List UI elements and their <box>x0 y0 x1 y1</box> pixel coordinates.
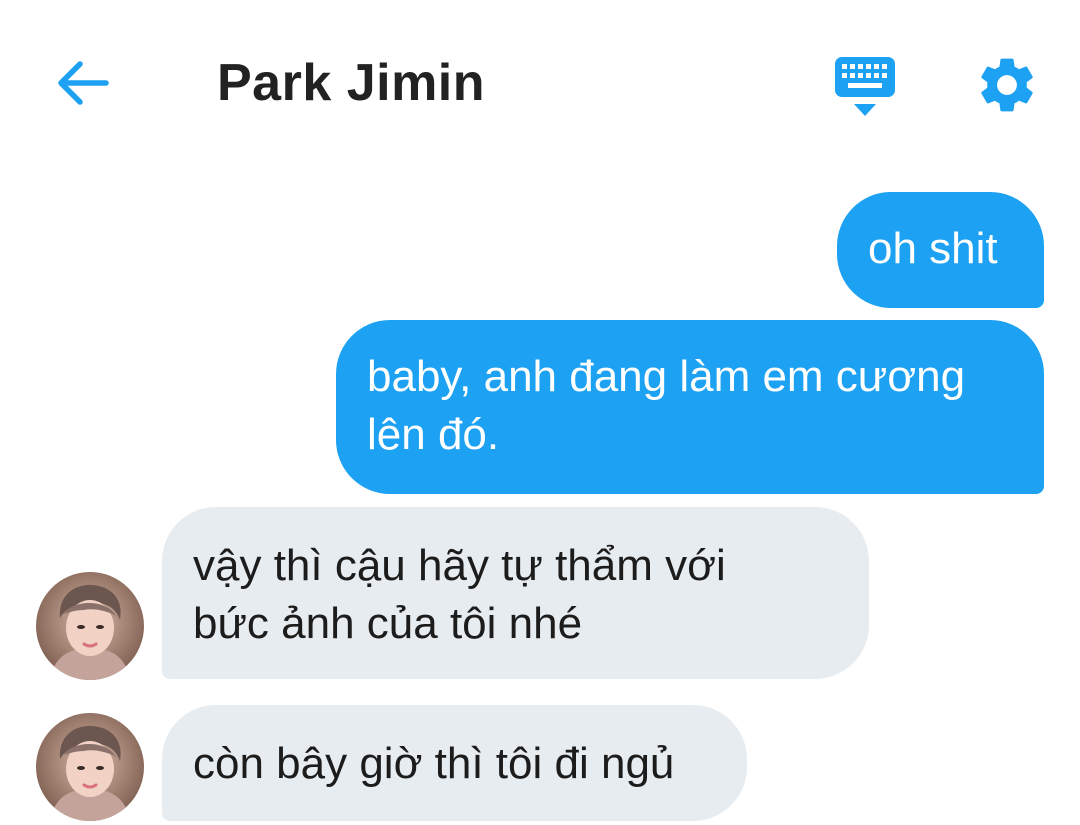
avatar-icon <box>36 572 144 680</box>
sender-avatar[interactable] <box>36 572 144 680</box>
conversation-header: Park Jimin <box>0 0 1080 165</box>
outgoing-message[interactable]: baby, anh đang làm em cương lên đó. <box>336 320 1044 494</box>
sender-avatar[interactable] <box>36 713 144 821</box>
back-arrow-icon <box>58 61 109 105</box>
message-text: baby, anh đang làm em cương lên đó. <box>367 352 966 459</box>
message-text: còn bây giờ thì tôi đi ngủ <box>193 739 675 788</box>
settings-button[interactable] <box>974 52 1042 118</box>
incoming-message[interactable]: vậy thì cậu hãy tự thẩm với bức ảnh của … <box>162 507 869 679</box>
outgoing-message[interactable]: oh shit <box>837 192 1044 308</box>
conversation-title: Park Jimin <box>217 54 486 112</box>
keyboard-button[interactable] <box>830 52 900 122</box>
back-button[interactable] <box>50 52 116 114</box>
dm-conversation-screen: Park Jimin oh shit baby, anh đang làm em… <box>0 0 1080 825</box>
avatar-icon <box>36 713 144 821</box>
incoming-message[interactable]: còn bây giờ thì tôi đi ngủ <box>162 705 747 821</box>
gear-icon <box>981 58 1033 112</box>
message-text: vậy thì cậu hãy tự thẩm với bức ảnh của … <box>193 541 726 648</box>
keyboard-icon <box>835 57 895 116</box>
message-text: oh shit <box>868 224 998 273</box>
